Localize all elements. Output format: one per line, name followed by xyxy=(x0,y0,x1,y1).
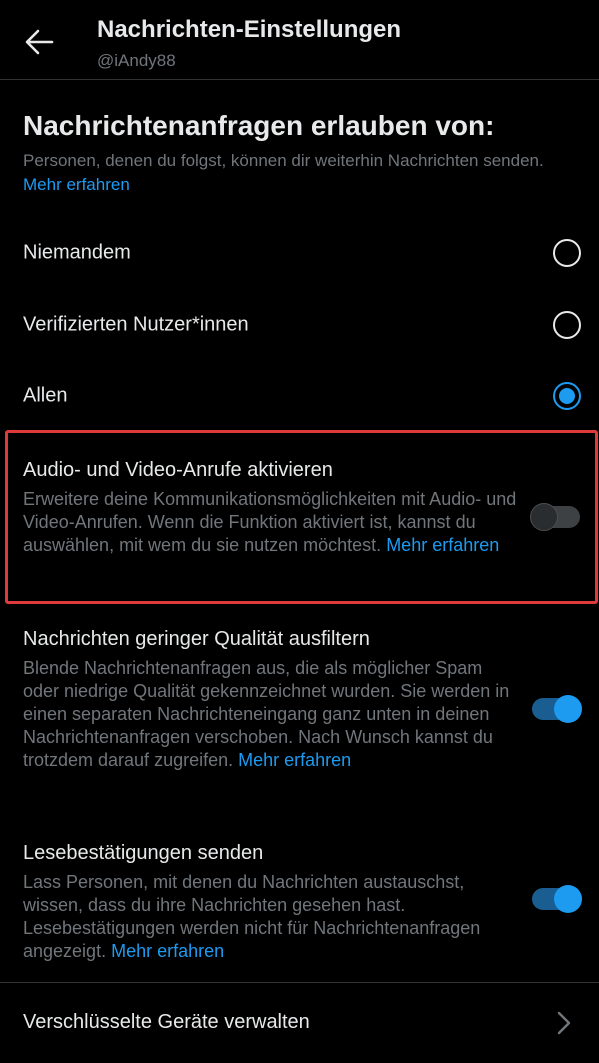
radio-option-verifizierte[interactable]: Verifizierten Nutzer*innen xyxy=(0,289,599,361)
toggle-knob xyxy=(554,885,582,913)
radio-option-niemandem[interactable]: Niemandem xyxy=(0,217,599,289)
read-receipts-toggle[interactable] xyxy=(532,885,582,913)
setting-title: Nachrichten geringer Qualität ausfiltern xyxy=(23,628,370,650)
header: Nachrichten-Einstellungen @iAndy88 xyxy=(0,0,599,80)
setting-description: Blende Nachrichtenanfragen aus, die als … xyxy=(23,658,510,770)
radio-option-label: Allen xyxy=(23,384,68,407)
nav-row-label: Verschlüsselte Geräte verwalten xyxy=(23,1011,310,1033)
setting-description: Erweitere deine Kommunikationsmöglichkei… xyxy=(23,489,517,555)
calls-toggle[interactable] xyxy=(530,503,580,531)
setting-description: Lass Personen, mit denen du Nachrichten … xyxy=(23,872,481,961)
setting-title: Audio- und Video-Anrufe aktivieren xyxy=(23,459,333,481)
learn-more-link[interactable]: Mehr erfahren xyxy=(23,175,130,194)
radio-option-allen[interactable]: Allen xyxy=(0,360,599,432)
manage-encrypted-devices-row[interactable]: Verschlüsselte Geräte verwalten xyxy=(0,983,599,1063)
radio-option-label: Niemandem xyxy=(23,241,131,264)
message-requests-heading: Nachrichtenanfragen erlauben von: xyxy=(23,110,495,141)
setting-calls[interactable]: Audio- und Video-Anrufe aktivieren Erwei… xyxy=(0,459,599,589)
page-title: Nachrichten-Einstellungen xyxy=(97,16,402,43)
radio-button[interactable] xyxy=(553,239,581,267)
message-requests-description: Personen, denen du folgst, können dir we… xyxy=(23,151,544,194)
toggle-knob xyxy=(554,695,582,723)
radio-button-selected[interactable] xyxy=(553,382,581,410)
toggle-knob xyxy=(530,503,558,531)
chevron-right-icon xyxy=(557,1011,571,1035)
learn-more-link[interactable]: Mehr erfahren xyxy=(386,535,499,555)
quality-filter-toggle[interactable] xyxy=(532,695,582,723)
learn-more-link[interactable]: Mehr erfahren xyxy=(238,750,351,770)
radio-option-label: Verifizierten Nutzer*innen xyxy=(23,313,249,336)
setting-quality-filter[interactable]: Nachrichten geringer Qualität ausfiltern… xyxy=(0,628,599,798)
back-arrow-icon[interactable] xyxy=(24,28,54,56)
setting-read-receipts[interactable]: Lesebestätigungen senden Lass Personen, … xyxy=(0,842,599,967)
learn-more-link[interactable]: Mehr erfahren xyxy=(111,941,224,961)
setting-title: Lesebestätigungen senden xyxy=(23,842,264,864)
account-handle: @iAndy88 xyxy=(97,51,176,70)
radio-button[interactable] xyxy=(553,311,581,339)
